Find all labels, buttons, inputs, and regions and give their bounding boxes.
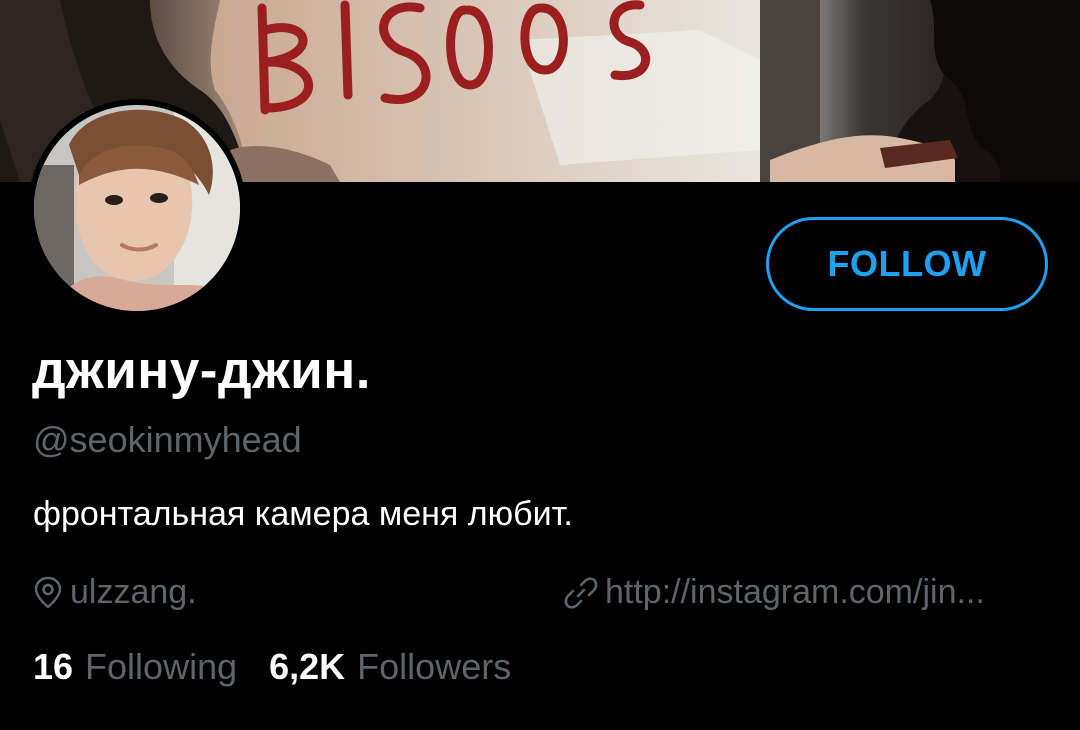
follow-button[interactable]: FOLLOW — [766, 217, 1048, 311]
followers-count: 6,2K — [269, 646, 346, 687]
display-name: джину-джин. — [32, 341, 371, 400]
following-stat[interactable]: 16 Following — [33, 646, 237, 688]
following-label: Following — [85, 646, 238, 687]
following-count: 16 — [33, 646, 74, 687]
profile-location: ulzzang. — [33, 573, 197, 612]
followers-label: Followers — [357, 646, 512, 687]
website-link[interactable]: http://instagram.com/jin... — [605, 573, 985, 612]
avatar[interactable] — [28, 99, 246, 317]
followers-stat[interactable]: 6,2K Followers — [269, 646, 511, 688]
profile-bio: фронтальная камера меня любит. — [33, 495, 573, 533]
profile-stats: 16 Following 6,2K Followers — [33, 646, 511, 688]
link-icon — [564, 576, 598, 610]
map-pin-icon — [33, 576, 63, 610]
location-text: ulzzang. — [70, 573, 197, 611]
user-handle: @seokinmyhead — [33, 419, 302, 460]
profile-website[interactable]: http://instagram.com/jin... — [564, 573, 985, 612]
avatar-photo — [34, 105, 240, 311]
